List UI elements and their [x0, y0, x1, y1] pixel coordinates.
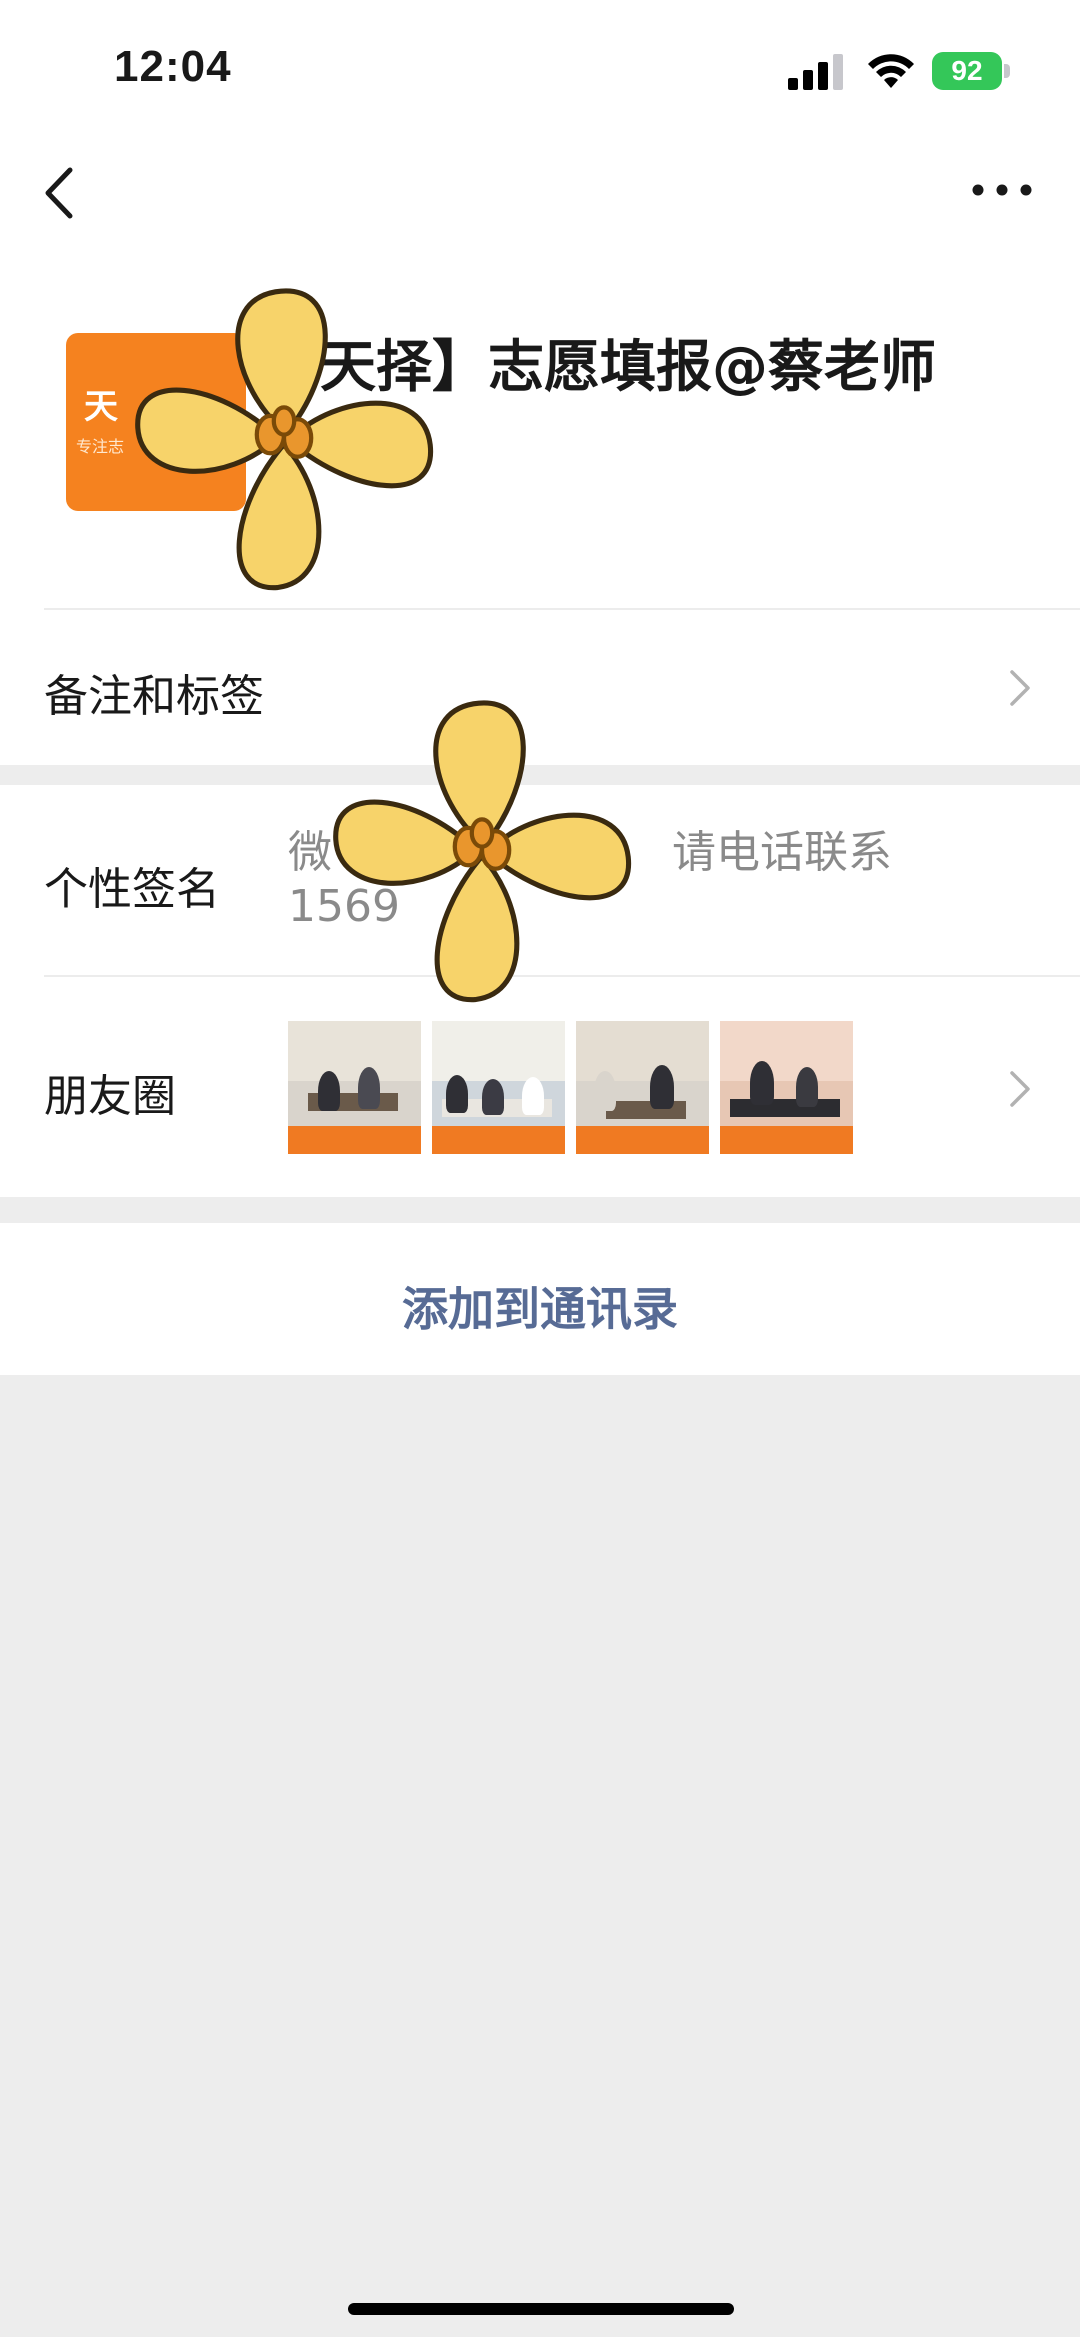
section-gap: [0, 765, 1080, 785]
battery-level: 92: [951, 55, 983, 86]
signature-text: 微 请电话联系 1569: [288, 826, 968, 934]
home-indicator[interactable]: [348, 2303, 734, 2315]
avatar-logo-text: 天: [84, 387, 118, 427]
divider: [44, 975, 1080, 977]
battery-indicator: 92: [932, 52, 1002, 90]
remark-label: 备注和标签: [44, 671, 264, 722]
battery-cap: [1004, 64, 1010, 78]
more-options-icon[interactable]: [970, 170, 1034, 210]
moments-photo-thumbnail[interactable]: [288, 1021, 421, 1154]
avatar-subtext: 专注志: [76, 437, 125, 456]
wifi-icon: [868, 54, 914, 88]
cellular-signal-icon: [788, 54, 843, 90]
moments-photo-thumbnail[interactable]: [432, 1021, 565, 1154]
signature-line-2: 1569: [288, 881, 400, 932]
moments-label: 朋友圈: [44, 1071, 176, 1122]
add-to-contacts-label: 添加到通讯录: [402, 1282, 678, 1336]
status-time: 12:04: [114, 42, 232, 91]
moments-photo-thumbnail[interactable]: [720, 1021, 853, 1154]
signature-label: 个性签名: [44, 864, 220, 915]
back-chevron-icon[interactable]: [40, 166, 80, 220]
signature-line-1: 微 请电话联系: [288, 826, 968, 880]
signature-line-1-end: 请电话联系: [672, 827, 892, 878]
section-gap: [0, 1197, 1080, 1223]
contact-name: 天择】志愿填报@蔡老师: [320, 335, 936, 400]
avatar[interactable]: 天 专注志: [66, 333, 246, 511]
remark-and-tags-row[interactable]: 备注和标签: [0, 610, 1080, 760]
status-bar: 12:04 92: [0, 0, 1080, 140]
add-to-contacts-button[interactable]: 添加到通讯录: [0, 1223, 1080, 1375]
moments-photo-thumbnail[interactable]: [576, 1021, 709, 1154]
signature-line-1-start: 微: [288, 827, 332, 878]
chevron-right-icon: [1010, 670, 1030, 706]
chevron-right-icon: [1010, 1071, 1030, 1107]
